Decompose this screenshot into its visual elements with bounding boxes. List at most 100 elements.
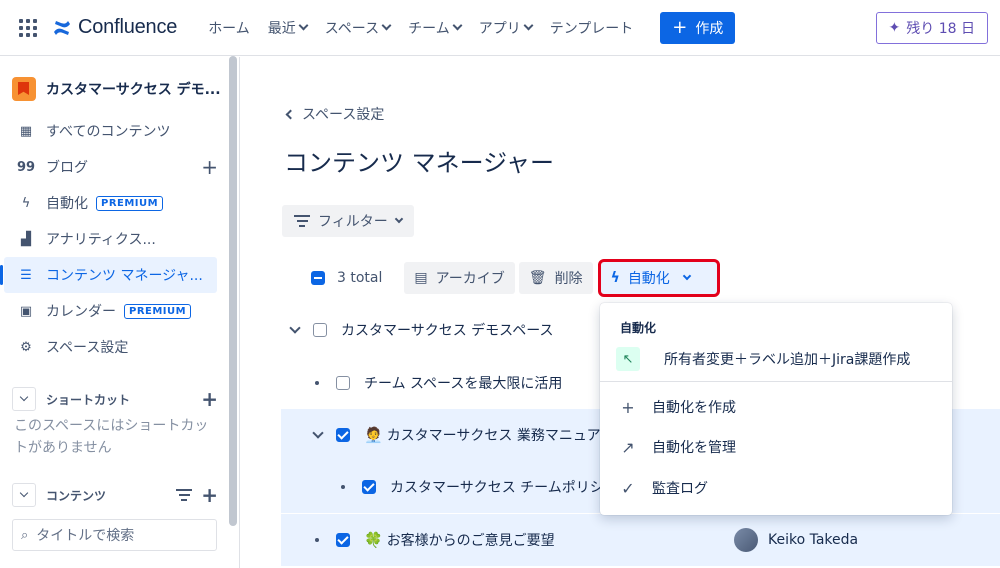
plus-icon: + [621, 397, 635, 417]
back-link[interactable]: スペース設定 [285, 104, 385, 124]
space-header[interactable]: カスタマーサクセス デモ... [0, 57, 239, 103]
delete-label: 削除 [554, 271, 583, 287]
content-manager-icon: ☰ [20, 267, 32, 283]
manage-automation-item[interactable]: ↗ 自動化を管理 [600, 427, 952, 467]
create-button[interactable]: + 作成 [660, 11, 736, 44]
owner-name: Keiko Takeda [768, 532, 859, 548]
check-circle-icon: ✓ [621, 478, 635, 498]
sidebar-nav: ▦ すべてのコンテンツ 99 ブログ + ϟ 自動化 PREMIUM ▟ アナリ… [0, 113, 239, 365]
row-checkbox[interactable] [313, 323, 327, 337]
create-automation-item[interactable]: + 自動化を作成 [600, 387, 952, 427]
archive-label: アーカイブ [435, 271, 505, 287]
archive-button[interactable]: ▤ アーカイブ [404, 262, 515, 294]
sidebar-item-all-content[interactable]: ▦ すべてのコンテンツ [0, 113, 228, 149]
nav-templates-label: テンプレート [549, 20, 634, 37]
sidebar-item-calendar[interactable]: ▣ カレンダー PREMIUM [0, 293, 228, 329]
sidebar-scrollbar[interactable] [229, 56, 237, 526]
external-link-icon: ↗ [621, 437, 635, 457]
space-icon [12, 77, 36, 101]
automation-label: 自動化 [627, 271, 670, 287]
table-row[interactable]: 🍀 お客様からのご意見ご要望 Keiko Takeda [281, 514, 1000, 566]
filter-icon[interactable] [176, 489, 192, 501]
bar-chart-icon: ▟ [21, 231, 31, 247]
plus-icon: + [672, 16, 688, 38]
create-label: 作成 [695, 20, 724, 37]
archive-icon: ▤ [414, 270, 428, 286]
select-all-checkbox[interactable] [311, 271, 325, 285]
filter-button[interactable]: フィルター [282, 205, 414, 237]
shortcut-empty-text: このスペースにはショートカットがありません [14, 418, 209, 456]
nav-teams[interactable]: チーム [401, 12, 468, 44]
sparkle-icon: ✦ [888, 20, 901, 36]
trial-label: 残り 18 日 [906, 21, 975, 37]
sidebar-item-analytics[interactable]: ▟ アナリティクス... [0, 221, 228, 257]
rule-label: 所有者変更＋ラベル追加＋Jira課題作成 [664, 352, 911, 368]
nav-recent[interactable]: 最近 [261, 12, 314, 44]
add-content-icon[interactable]: + [201, 483, 218, 507]
sidebar-item-space-settings[interactable]: ⚙ スペース設定 [0, 329, 228, 365]
chevron-down-icon [298, 20, 309, 31]
sidebar-item-automation[interactable]: ϟ 自動化 PREMIUM [0, 185, 228, 221]
bulk-action-toolbar: 3 total ▤ アーカイブ 🗑 削除 ϟ 自動化 [311, 259, 720, 297]
shortcut-title: ショートカット [46, 392, 131, 407]
chevron-down-icon[interactable] [312, 427, 324, 439]
back-label: スペース設定 [302, 107, 385, 123]
chevron-down-icon[interactable] [12, 483, 36, 507]
delete-button[interactable]: 🗑 削除 [518, 262, 593, 294]
confluence-logo[interactable]: Confluence [52, 16, 177, 39]
nav-spaces[interactable]: スペース [318, 12, 397, 44]
row-title[interactable]: カスタマーサクセス デモスペース [341, 320, 554, 340]
nav-spaces-label: スペース [324, 20, 380, 37]
sidebar-item-label: アナリティクス... [46, 232, 156, 248]
row-checkbox[interactable] [336, 428, 350, 442]
nav-apps[interactable]: アプリ [472, 12, 539, 44]
app-name: Confluence [78, 16, 178, 38]
top-navigation: Confluence ホーム 最近 スペース チーム アプリ テンプレート + … [0, 0, 1000, 56]
premium-badge: PREMIUM [124, 303, 192, 319]
sidebar-item-label: 自動化 [46, 196, 88, 212]
sidebar-item-content-manager[interactable]: ☰ コンテンツ マネージャ... [0, 257, 217, 293]
bullet-icon [315, 538, 319, 542]
title-search-input[interactable]: ⌕ タイトルで検索 [12, 519, 217, 551]
chevron-down-icon [682, 271, 692, 281]
nav-home[interactable]: ホーム [201, 12, 257, 44]
nav-recent-label: 最近 [267, 20, 296, 37]
row-checkbox[interactable] [336, 376, 350, 390]
selected-total: 3 total [337, 270, 383, 286]
calendar-icon: ▣ [19, 303, 33, 319]
sidebar-item-label: コンテンツ マネージャ... [46, 268, 203, 284]
row-checkbox[interactable] [362, 480, 376, 494]
shortcut-section-header[interactable]: ショートカット + [0, 383, 228, 415]
owner-cell: Keiko Takeda [734, 528, 858, 552]
audit-log-item[interactable]: ✓ 監査ログ [600, 468, 952, 508]
bullet-icon [341, 485, 345, 489]
automation-rule-item[interactable]: ↖ 所有者変更＋ラベル追加＋Jira課題作成 [600, 339, 952, 379]
search-placeholder: タイトルで検索 [36, 528, 135, 544]
nav-templates[interactable]: テンプレート [543, 12, 641, 44]
trial-button[interactable]: ✦ 残り 18 日 [875, 12, 988, 44]
add-blog-icon[interactable]: + [201, 155, 218, 179]
row-title[interactable]: カスタマーサクセス チームポリシ [390, 477, 604, 497]
sidebar-item-blog[interactable]: 99 ブログ + [0, 149, 228, 185]
page-emoji-icon: 🍀 [364, 531, 383, 549]
nav-apps-label: アプリ [478, 20, 521, 37]
chevron-down-icon[interactable] [12, 387, 36, 411]
sidebar-item-label: カレンダー [46, 304, 116, 320]
row-title[interactable]: カスタマーサクセス 業務マニュア [387, 425, 601, 445]
content-section-header[interactable]: コンテンツ + [0, 479, 228, 511]
chevron-down-icon[interactable] [289, 322, 301, 334]
main-nav: ホーム 最近 スペース チーム アプリ テンプレート [201, 12, 640, 44]
add-shortcut-icon[interactable]: + [201, 387, 218, 411]
app-switcher-icon[interactable] [16, 16, 40, 40]
nav-teams-label: チーム [408, 20, 450, 37]
sidebar-item-label: ブログ [46, 160, 88, 176]
search-icon: ⌕ [21, 527, 29, 543]
dropdown-heading: 自動化 [620, 321, 657, 335]
sidebar-item-label: スペース設定 [46, 340, 129, 356]
row-checkbox[interactable] [336, 533, 350, 547]
row-title[interactable]: お客様からのご意見ご要望 [387, 530, 555, 550]
row-title[interactable]: チーム スペースを最大限に活用 [364, 373, 562, 393]
automation-button[interactable]: ϟ 自動化 [597, 259, 720, 297]
rule-icon: ↖ [616, 347, 640, 371]
dropdown-divider [600, 381, 952, 382]
